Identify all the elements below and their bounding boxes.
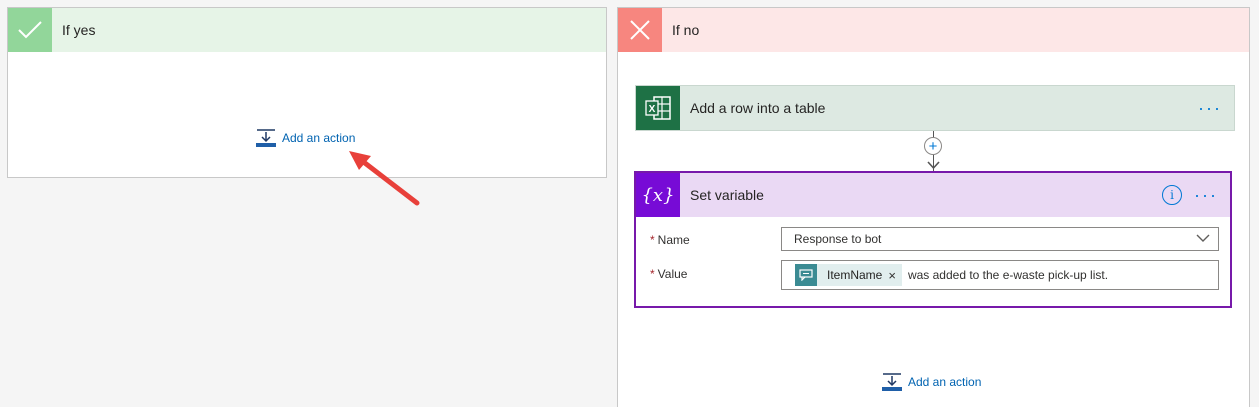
required-mark: * bbox=[650, 267, 655, 281]
if-yes-branch: If yes Add an action bbox=[7, 7, 607, 178]
svg-text:X: X bbox=[649, 104, 656, 115]
chat-icon bbox=[795, 264, 817, 286]
set-variable-title: Set variable bbox=[690, 187, 764, 203]
plus-icon[interactable]: + bbox=[924, 137, 942, 155]
value-text: was added to the e-waste pick-up list. bbox=[907, 268, 1109, 282]
name-dropdown[interactable]: Response to bot bbox=[781, 227, 1219, 251]
add-action-label-yes[interactable]: Add an action bbox=[282, 131, 355, 145]
chevron-down-icon bbox=[1196, 234, 1210, 242]
value-field-label: * Value bbox=[650, 267, 687, 281]
if-no-branch: If no X Add a row into a table ··· + {x}… bbox=[617, 7, 1250, 407]
token-label: ItemName bbox=[827, 268, 883, 282]
add-row-action-title: Add a row into a table bbox=[690, 100, 826, 116]
value-label: Value bbox=[657, 267, 688, 281]
set-variable-action-card: {x} Set variable i ··· * Name Response t… bbox=[634, 171, 1232, 308]
name-field-label: * Name bbox=[650, 233, 690, 247]
add-action-icon bbox=[882, 372, 902, 392]
if-yes-header[interactable]: If yes bbox=[8, 8, 606, 52]
add-row-action-card[interactable]: X Add a row into a table ··· bbox=[635, 85, 1235, 131]
token-remove-icon[interactable]: × bbox=[888, 268, 902, 283]
name-value: Response to bot bbox=[794, 232, 882, 246]
name-label: Name bbox=[657, 233, 690, 247]
if-no-title: If no bbox=[672, 22, 700, 38]
if-no-header[interactable]: If no bbox=[618, 8, 1249, 52]
dynamic-content-token[interactable]: ItemName × bbox=[795, 264, 902, 286]
add-action-button-no[interactable]: Add an action bbox=[882, 372, 981, 392]
variable-icon: {x} bbox=[636, 173, 680, 217]
info-icon[interactable]: i bbox=[1162, 185, 1182, 205]
more-icon[interactable]: ··· bbox=[1194, 186, 1218, 204]
value-input[interactable]: ItemName × was added to the e-waste pick… bbox=[781, 260, 1219, 290]
check-icon bbox=[8, 8, 52, 52]
more-icon[interactable]: ··· bbox=[1198, 99, 1222, 117]
add-action-button-yes[interactable]: Add an action bbox=[256, 128, 355, 148]
close-icon bbox=[618, 8, 662, 52]
add-action-label-no[interactable]: Add an action bbox=[908, 375, 981, 389]
if-yes-title: If yes bbox=[62, 22, 96, 38]
annotation-arrow bbox=[349, 151, 420, 206]
excel-icon: X bbox=[636, 86, 680, 130]
add-action-icon bbox=[256, 128, 276, 148]
down-arrow-icon bbox=[927, 161, 940, 170]
set-variable-header[interactable]: {x} Set variable i ··· bbox=[636, 173, 1230, 217]
required-mark: * bbox=[650, 233, 655, 247]
